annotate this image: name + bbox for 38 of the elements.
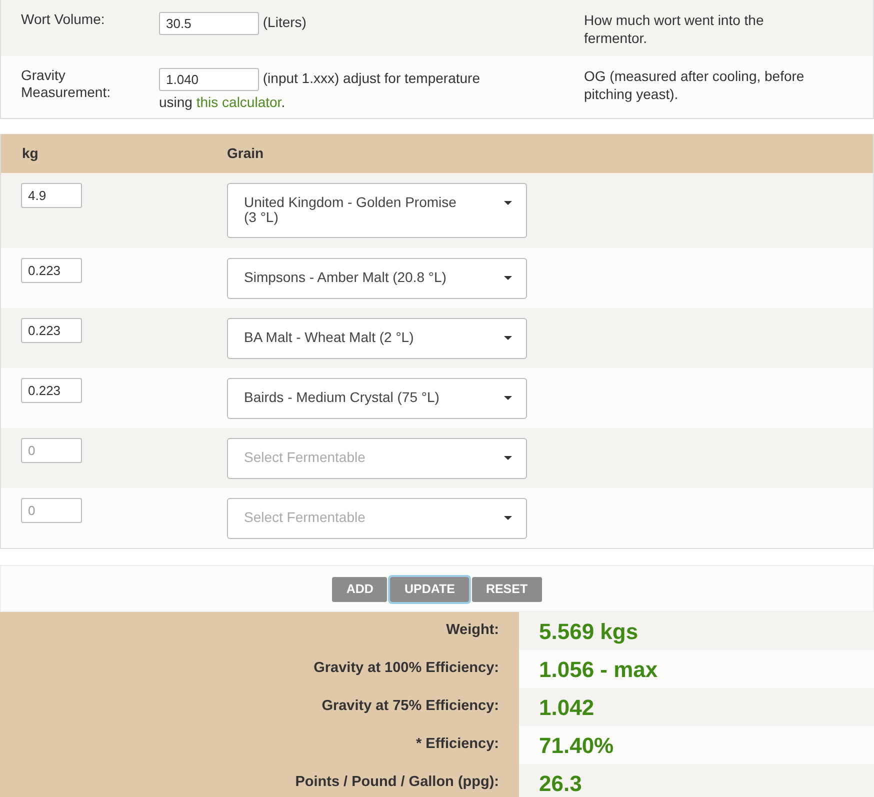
kg-input[interactable]: 4.9 (21, 183, 82, 208)
result-value: 1.042 (539, 694, 594, 722)
caret-icon (504, 336, 512, 340)
caret-icon (504, 201, 512, 205)
result-label: * Efficiency: (416, 735, 499, 754)
kg-input[interactable]: 0.223 (21, 378, 82, 403)
calculator-link[interactable]: this calculator (196, 94, 282, 110)
kg-input[interactable]: 0.223 (21, 258, 82, 283)
setting-input[interactable]: 1.040 (159, 68, 259, 91)
result-value: 5.569 kgs (539, 618, 638, 646)
result-label: Weight: (446, 621, 499, 640)
setting-hint: (input 1.xxx) adjust for temperature (262, 70, 480, 86)
column-header: kg (22, 144, 40, 163)
grain-select[interactable]: Simpsons - Amber Malt (20.8 °L) (227, 258, 527, 299)
kg-input[interactable]: 0 (21, 438, 82, 463)
setting-hint: (Liters) (262, 14, 306, 30)
caret-icon (504, 276, 512, 280)
result-label: Points / Pound / Gallon (ppg): (295, 773, 499, 792)
result-value: 71.40% (539, 732, 614, 760)
setting-description: How much wort went into the fermentor. (584, 12, 764, 46)
result-value: 1.056 - max (539, 656, 658, 684)
setting-label: Gravity Measurement: (21, 67, 112, 101)
grain-select[interactable]: Bairds - Medium Crystal (75 °L) (227, 378, 527, 419)
column-header: Grain (227, 144, 264, 163)
setting-hint: using this calculator. (159, 92, 286, 112)
result-label: Gravity at 100% Efficiency: (314, 659, 499, 678)
caret-icon (504, 516, 512, 520)
setting-label: Wort Volume: (21, 11, 106, 28)
kg-input[interactable]: 0 (21, 498, 82, 523)
grain-select[interactable]: United Kingdom - Golden Promise (3 °L) (227, 183, 527, 238)
caret-icon (504, 396, 512, 400)
setting-description: OG (measured after cooling, before pitching yeast). (584, 68, 804, 102)
result-label: Gravity at 75% Efficiency: (322, 697, 499, 716)
grain-select[interactable]: BA Malt - Wheat Malt (2 °L) (227, 318, 527, 359)
setting-input[interactable]: 30.5 (159, 12, 259, 35)
caret-icon (504, 456, 512, 460)
kg-input[interactable]: 0.223 (21, 318, 82, 343)
result-value: 26.3 (539, 770, 582, 797)
